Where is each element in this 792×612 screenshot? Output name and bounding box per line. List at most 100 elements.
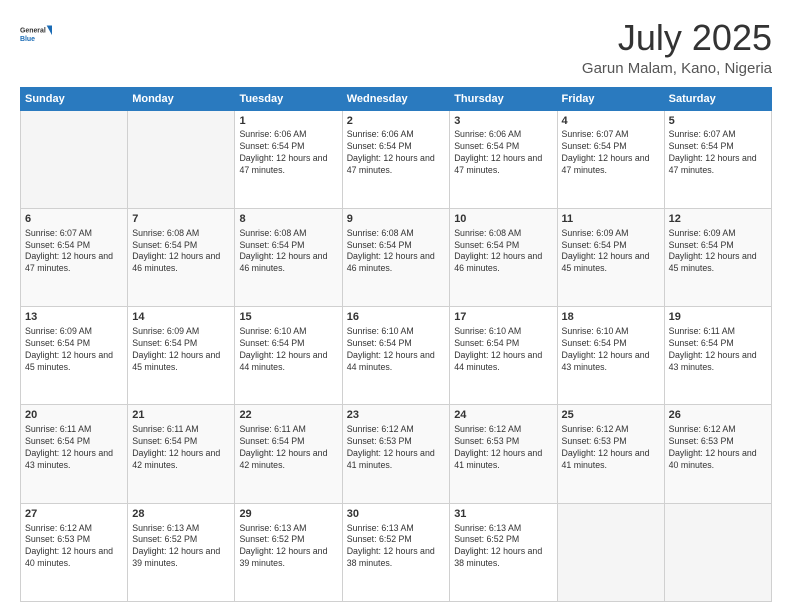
day-number: 13	[25, 310, 123, 325]
title-block: July 2025 Garun Malam, Kano, Nigeria	[582, 18, 772, 77]
day-number: 6	[25, 212, 123, 227]
table-row: 10Sunrise: 6:08 AMSunset: 6:54 PMDayligh…	[450, 208, 557, 306]
calendar-week-row: 27Sunrise: 6:12 AMSunset: 6:53 PMDayligh…	[21, 503, 772, 601]
day-number: 14	[132, 310, 230, 325]
day-info: Sunrise: 6:13 AMSunset: 6:52 PMDaylight:…	[454, 523, 552, 571]
day-info: Sunrise: 6:10 AMSunset: 6:54 PMDaylight:…	[454, 326, 552, 374]
day-number: 19	[669, 310, 767, 325]
day-number: 25	[562, 408, 660, 423]
table-row	[664, 503, 771, 601]
day-info: Sunrise: 6:10 AMSunset: 6:54 PMDaylight:…	[562, 326, 660, 374]
day-info: Sunrise: 6:10 AMSunset: 6:54 PMDaylight:…	[347, 326, 445, 374]
table-row: 18Sunrise: 6:10 AMSunset: 6:54 PMDayligh…	[557, 307, 664, 405]
day-number: 7	[132, 212, 230, 227]
day-info: Sunrise: 6:12 AMSunset: 6:53 PMDaylight:…	[669, 424, 767, 472]
table-row: 17Sunrise: 6:10 AMSunset: 6:54 PMDayligh…	[450, 307, 557, 405]
day-info: Sunrise: 6:06 AMSunset: 6:54 PMDaylight:…	[347, 129, 445, 177]
day-number: 24	[454, 408, 552, 423]
col-thursday: Thursday	[450, 87, 557, 110]
table-row	[21, 110, 128, 208]
day-number: 2	[347, 114, 445, 129]
calendar-table: Sunday Monday Tuesday Wednesday Thursday…	[20, 87, 772, 602]
day-info: Sunrise: 6:11 AMSunset: 6:54 PMDaylight:…	[132, 424, 230, 472]
table-row: 9Sunrise: 6:08 AMSunset: 6:54 PMDaylight…	[342, 208, 449, 306]
table-row: 28Sunrise: 6:13 AMSunset: 6:52 PMDayligh…	[128, 503, 235, 601]
col-monday: Monday	[128, 87, 235, 110]
calendar-week-row: 1Sunrise: 6:06 AMSunset: 6:54 PMDaylight…	[21, 110, 772, 208]
day-info: Sunrise: 6:09 AMSunset: 6:54 PMDaylight:…	[25, 326, 123, 374]
day-info: Sunrise: 6:08 AMSunset: 6:54 PMDaylight:…	[239, 228, 337, 276]
table-row: 31Sunrise: 6:13 AMSunset: 6:52 PMDayligh…	[450, 503, 557, 601]
day-number: 1	[239, 114, 337, 129]
day-number: 16	[347, 310, 445, 325]
subtitle: Garun Malam, Kano, Nigeria	[582, 60, 772, 77]
table-row: 23Sunrise: 6:12 AMSunset: 6:53 PMDayligh…	[342, 405, 449, 503]
table-row	[557, 503, 664, 601]
main-title: July 2025	[582, 18, 772, 58]
table-row: 5Sunrise: 6:07 AMSunset: 6:54 PMDaylight…	[664, 110, 771, 208]
table-row: 15Sunrise: 6:10 AMSunset: 6:54 PMDayligh…	[235, 307, 342, 405]
table-row: 8Sunrise: 6:08 AMSunset: 6:54 PMDaylight…	[235, 208, 342, 306]
table-row: 27Sunrise: 6:12 AMSunset: 6:53 PMDayligh…	[21, 503, 128, 601]
day-info: Sunrise: 6:08 AMSunset: 6:54 PMDaylight:…	[347, 228, 445, 276]
day-info: Sunrise: 6:11 AMSunset: 6:54 PMDaylight:…	[239, 424, 337, 472]
table-row: 3Sunrise: 6:06 AMSunset: 6:54 PMDaylight…	[450, 110, 557, 208]
col-wednesday: Wednesday	[342, 87, 449, 110]
table-row: 22Sunrise: 6:11 AMSunset: 6:54 PMDayligh…	[235, 405, 342, 503]
table-row: 11Sunrise: 6:09 AMSunset: 6:54 PMDayligh…	[557, 208, 664, 306]
day-number: 8	[239, 212, 337, 227]
table-row: 29Sunrise: 6:13 AMSunset: 6:52 PMDayligh…	[235, 503, 342, 601]
day-number: 11	[562, 212, 660, 227]
svg-text:Blue: Blue	[20, 36, 35, 43]
day-number: 18	[562, 310, 660, 325]
table-row: 16Sunrise: 6:10 AMSunset: 6:54 PMDayligh…	[342, 307, 449, 405]
day-info: Sunrise: 6:11 AMSunset: 6:54 PMDaylight:…	[669, 326, 767, 374]
logo-icon: General Blue	[20, 18, 52, 50]
col-sunday: Sunday	[21, 87, 128, 110]
day-number: 15	[239, 310, 337, 325]
calendar-week-row: 13Sunrise: 6:09 AMSunset: 6:54 PMDayligh…	[21, 307, 772, 405]
day-info: Sunrise: 6:07 AMSunset: 6:54 PMDaylight:…	[562, 129, 660, 177]
day-info: Sunrise: 6:07 AMSunset: 6:54 PMDaylight:…	[25, 228, 123, 276]
day-number: 21	[132, 408, 230, 423]
day-number: 27	[25, 507, 123, 522]
day-info: Sunrise: 6:13 AMSunset: 6:52 PMDaylight:…	[132, 523, 230, 571]
day-number: 3	[454, 114, 552, 129]
day-number: 29	[239, 507, 337, 522]
day-info: Sunrise: 6:08 AMSunset: 6:54 PMDaylight:…	[454, 228, 552, 276]
day-number: 9	[347, 212, 445, 227]
day-info: Sunrise: 6:12 AMSunset: 6:53 PMDaylight:…	[25, 523, 123, 571]
table-row: 2Sunrise: 6:06 AMSunset: 6:54 PMDaylight…	[342, 110, 449, 208]
day-info: Sunrise: 6:06 AMSunset: 6:54 PMDaylight:…	[454, 129, 552, 177]
day-number: 30	[347, 507, 445, 522]
table-row: 30Sunrise: 6:13 AMSunset: 6:52 PMDayligh…	[342, 503, 449, 601]
day-number: 22	[239, 408, 337, 423]
table-row: 24Sunrise: 6:12 AMSunset: 6:53 PMDayligh…	[450, 405, 557, 503]
table-row: 7Sunrise: 6:08 AMSunset: 6:54 PMDaylight…	[128, 208, 235, 306]
day-info: Sunrise: 6:09 AMSunset: 6:54 PMDaylight:…	[669, 228, 767, 276]
day-number: 10	[454, 212, 552, 227]
day-info: Sunrise: 6:11 AMSunset: 6:54 PMDaylight:…	[25, 424, 123, 472]
day-info: Sunrise: 6:12 AMSunset: 6:53 PMDaylight:…	[562, 424, 660, 472]
day-number: 20	[25, 408, 123, 423]
day-number: 23	[347, 408, 445, 423]
day-info: Sunrise: 6:09 AMSunset: 6:54 PMDaylight:…	[132, 326, 230, 374]
page: General Blue July 2025 Garun Malam, Kano,…	[0, 0, 792, 612]
day-info: Sunrise: 6:06 AMSunset: 6:54 PMDaylight:…	[239, 129, 337, 177]
col-tuesday: Tuesday	[235, 87, 342, 110]
day-number: 28	[132, 507, 230, 522]
day-info: Sunrise: 6:10 AMSunset: 6:54 PMDaylight:…	[239, 326, 337, 374]
day-info: Sunrise: 6:09 AMSunset: 6:54 PMDaylight:…	[562, 228, 660, 276]
day-info: Sunrise: 6:13 AMSunset: 6:52 PMDaylight:…	[239, 523, 337, 571]
table-row: 14Sunrise: 6:09 AMSunset: 6:54 PMDayligh…	[128, 307, 235, 405]
col-friday: Friday	[557, 87, 664, 110]
day-info: Sunrise: 6:13 AMSunset: 6:52 PMDaylight:…	[347, 523, 445, 571]
table-row: 20Sunrise: 6:11 AMSunset: 6:54 PMDayligh…	[21, 405, 128, 503]
calendar-week-row: 20Sunrise: 6:11 AMSunset: 6:54 PMDayligh…	[21, 405, 772, 503]
svg-text:General: General	[20, 27, 46, 34]
day-number: 31	[454, 507, 552, 522]
day-info: Sunrise: 6:12 AMSunset: 6:53 PMDaylight:…	[347, 424, 445, 472]
calendar-week-row: 6Sunrise: 6:07 AMSunset: 6:54 PMDaylight…	[21, 208, 772, 306]
table-row	[128, 110, 235, 208]
table-row: 19Sunrise: 6:11 AMSunset: 6:54 PMDayligh…	[664, 307, 771, 405]
